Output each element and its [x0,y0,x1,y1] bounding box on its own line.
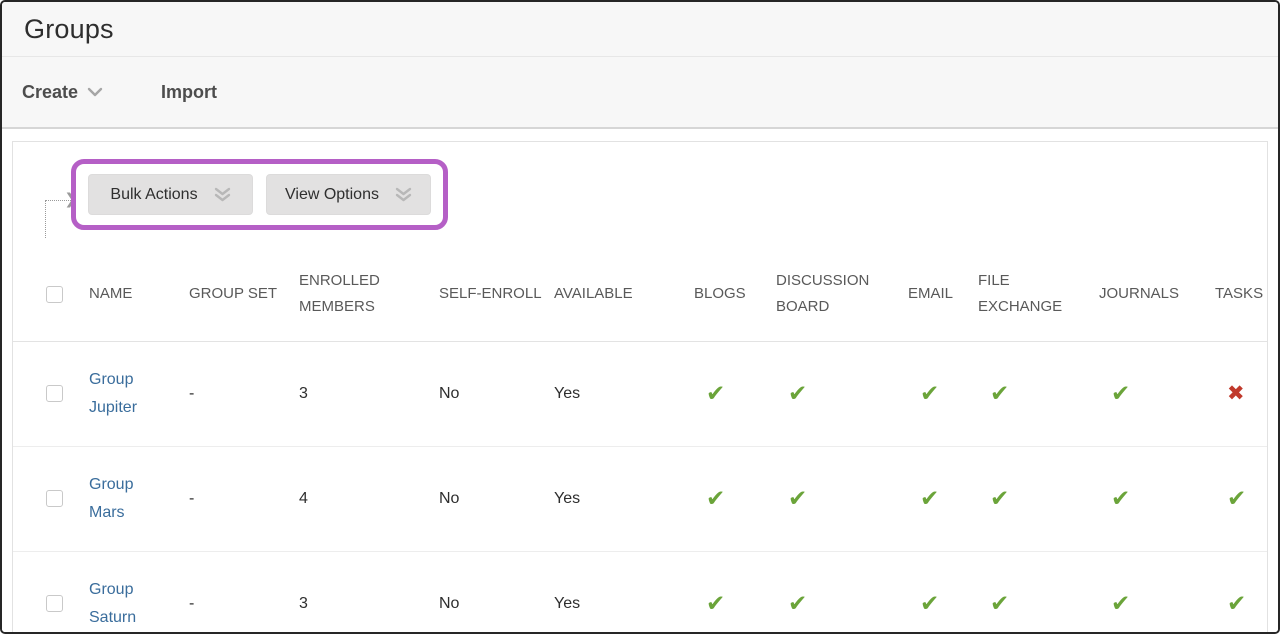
page-header: Groups [2,2,1278,57]
row-checkbox[interactable] [46,490,63,507]
column-header-self-enroll: SELF-ENROLL [439,246,554,341]
view-options-label: View Options [285,186,379,204]
tasks-status-icon: ✔ [1215,551,1267,634]
column-header-enrolled-members: ENROLLED MEMBERS [299,246,439,341]
available-cell: Yes [554,446,694,551]
select-all-pointer-arrow: ❯ [45,200,71,238]
group-name-link[interactable]: Group Saturn [89,576,147,632]
discussion-board-status-icon: ✔ [776,446,908,551]
groups-panel: ❯ Bulk Actions View Options [12,141,1268,634]
blogs-status-icon: ✔ [694,551,776,634]
file-exchange-status-icon: ✔ [978,341,1099,446]
journals-status-icon: ✔ [1099,551,1215,634]
column-header-file-exchange: FILE EXCHANGE [978,246,1099,341]
chevron-down-icon [87,87,103,97]
tasks-status-icon: ✖ [1215,341,1267,446]
view-options-button[interactable]: View Options [266,174,431,215]
enrolled-members-cell: 3 [299,551,439,634]
discussion-board-status-icon: ✔ [776,341,908,446]
column-header-name: NAME [89,246,189,341]
column-header-tasks: TASKS [1215,246,1267,341]
page-title: Groups [24,14,1256,45]
enrolled-members-cell: 3 [299,341,439,446]
group-name-link[interactable]: Group Mars [89,471,147,527]
content-area: ❯ Bulk Actions View Options [2,129,1278,634]
double-chevron-down-icon [395,187,412,202]
import-button[interactable]: Import [103,82,217,103]
journals-status-icon: ✔ [1099,341,1215,446]
column-header-available: AVAILABLE [554,246,694,341]
available-cell: Yes [554,551,694,634]
header-select-all [13,246,89,341]
table-header-row: NAME GROUP SET ENROLLED MEMBERS SELF-ENR… [13,246,1267,341]
discussion-board-status-icon: ✔ [776,551,908,634]
table-row: Group Saturn - 3 No Yes ✔ ✔ ✔ ✔ ✔ ✔ [13,551,1267,634]
bulk-actions-label: Bulk Actions [110,186,197,204]
groups-page: Groups Create Import ❯ Bulk Actions [0,0,1280,634]
column-header-journals: JOURNALS [1099,246,1215,341]
select-all-checkbox[interactable] [46,286,63,303]
table-row: Group Jupiter - 3 No Yes ✔ ✔ ✔ ✔ ✔ ✖ [13,341,1267,446]
self-enroll-cell: No [439,446,554,551]
create-button-label: Create [22,82,78,103]
group-name-link[interactable]: Group Jupiter [89,366,147,422]
blogs-status-icon: ✔ [694,341,776,446]
blogs-status-icon: ✔ [694,446,776,551]
table-row: Group Mars - 4 No Yes ✔ ✔ ✔ ✔ ✔ ✔ [13,446,1267,551]
double-chevron-down-icon [214,187,231,202]
tasks-status-icon: ✔ [1215,446,1267,551]
column-header-blogs: BLOGS [694,246,776,341]
self-enroll-cell: No [439,341,554,446]
email-status-icon: ✔ [908,551,978,634]
self-enroll-cell: No [439,551,554,634]
column-header-discussion-board: DISCUSSION BOARD [776,246,908,341]
available-cell: Yes [554,341,694,446]
create-button[interactable]: Create [22,82,103,103]
email-status-icon: ✔ [908,446,978,551]
row-checkbox[interactable] [46,595,63,612]
list-action-bar: ❯ Bulk Actions View Options [13,160,1267,242]
row-checkbox[interactable] [46,385,63,402]
email-status-icon: ✔ [908,341,978,446]
file-exchange-status-icon: ✔ [978,446,1099,551]
group-set-cell: - [189,446,299,551]
groups-table: NAME GROUP SET ENROLLED MEMBERS SELF-ENR… [13,246,1267,634]
group-set-cell: - [189,341,299,446]
journals-status-icon: ✔ [1099,446,1215,551]
annotation-highlight-box: Bulk Actions View Options [71,159,448,230]
column-header-email: EMAIL [908,246,978,341]
create-import-toolbar: Create Import [2,57,1278,129]
import-button-label: Import [161,82,217,103]
enrolled-members-cell: 4 [299,446,439,551]
file-exchange-status-icon: ✔ [978,551,1099,634]
bulk-actions-button[interactable]: Bulk Actions [88,174,253,215]
group-set-cell: - [189,551,299,634]
column-header-group-set: GROUP SET [189,246,299,341]
